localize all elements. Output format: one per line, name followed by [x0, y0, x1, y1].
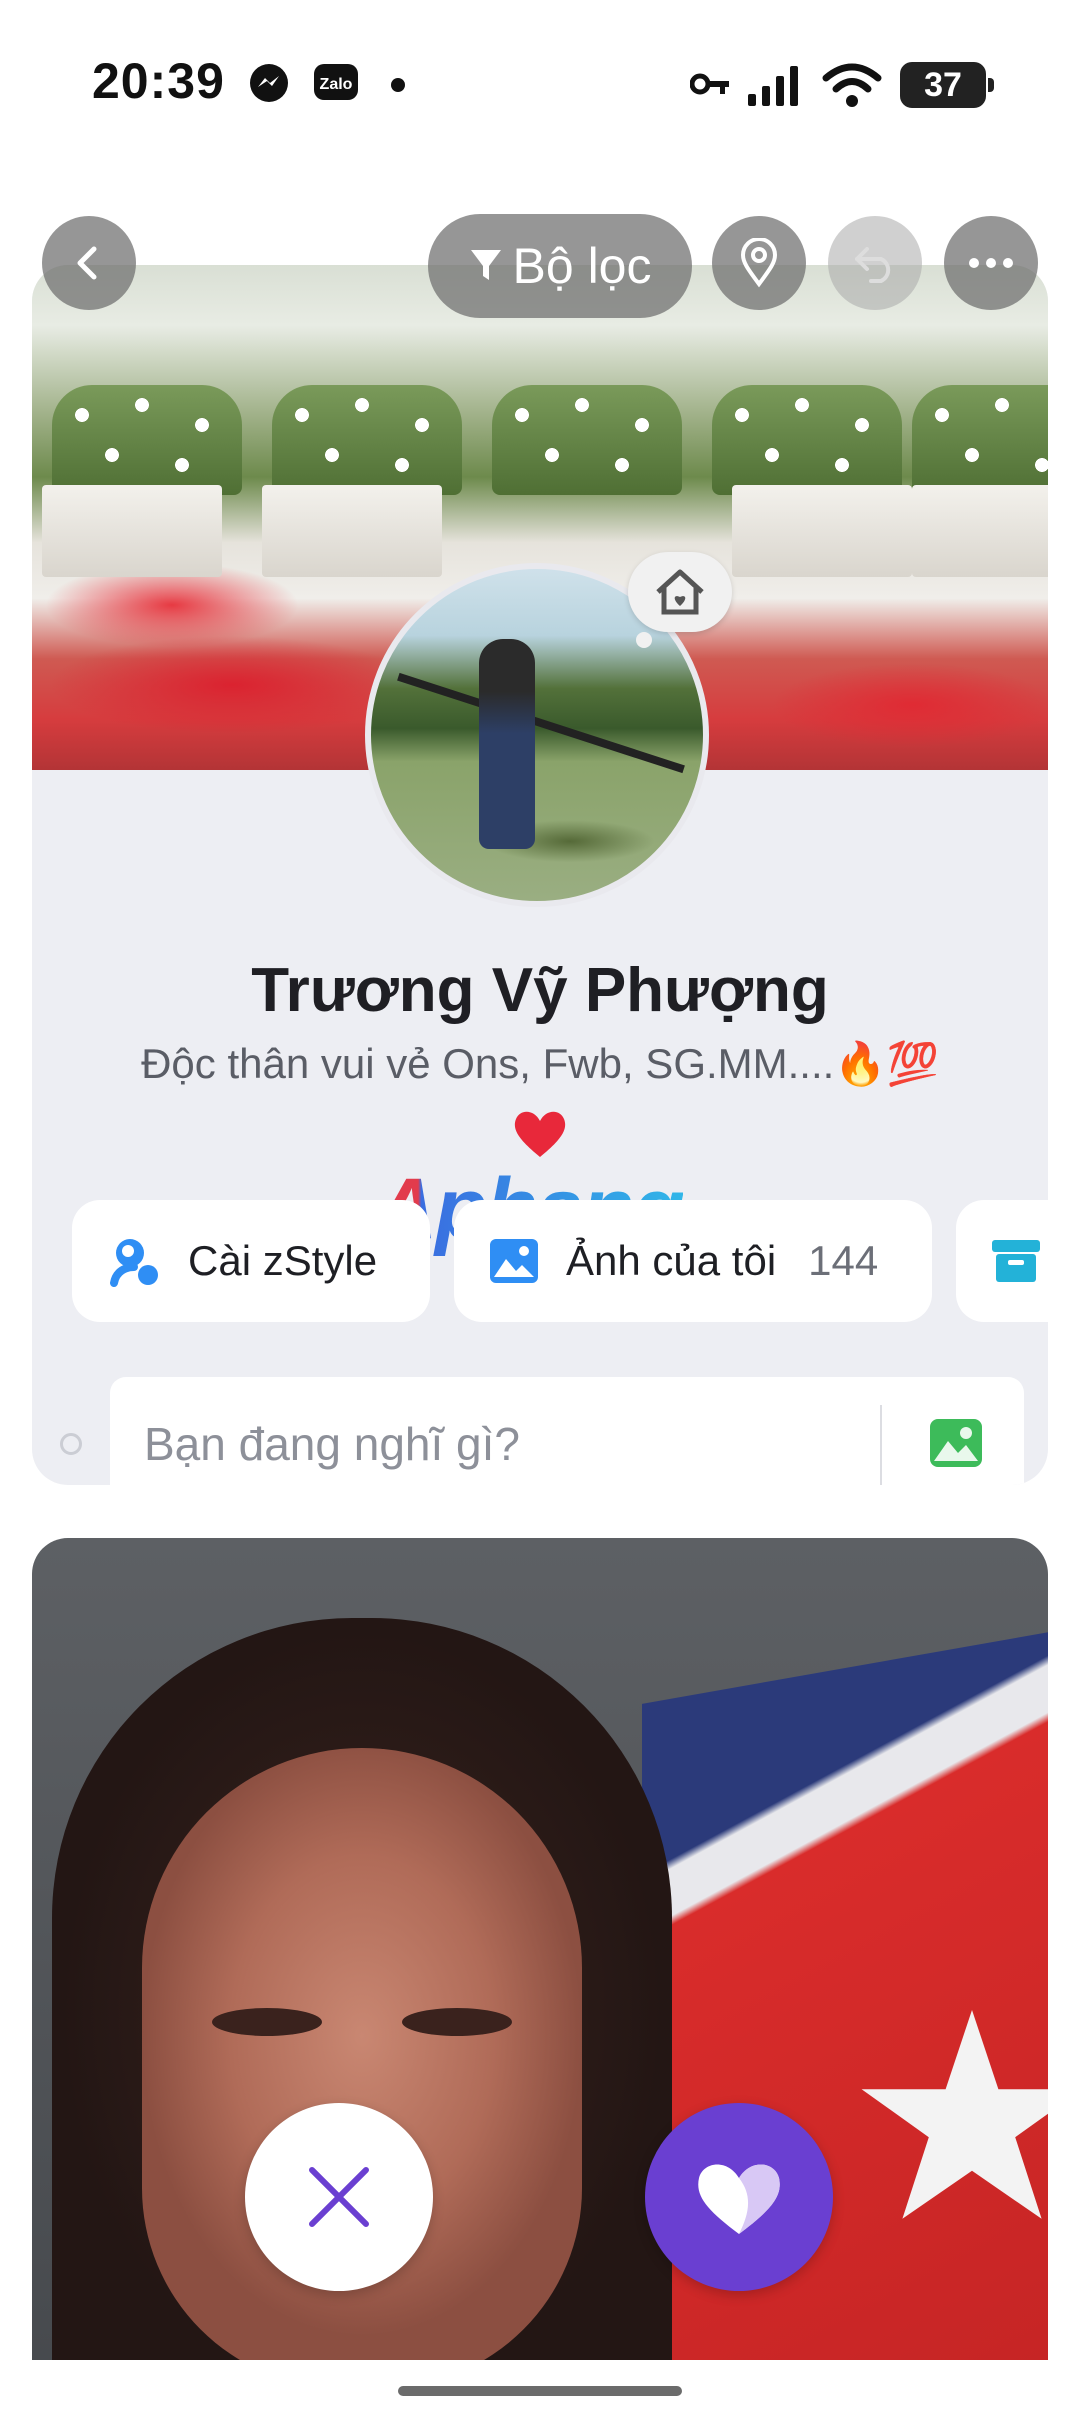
- wifi-icon: [822, 63, 882, 107]
- like-button[interactable]: [645, 2103, 833, 2291]
- home-badge[interactable]: [628, 552, 732, 648]
- photos-label: Ảnh của tôi: [566, 1237, 777, 1284]
- dislike-button[interactable]: [245, 2103, 433, 2291]
- messenger-icon: [250, 64, 288, 102]
- match-photo-card[interactable]: [32, 1538, 1048, 2360]
- key-icon: [690, 73, 729, 95]
- undo-button[interactable]: [828, 216, 922, 310]
- compose-divider: [880, 1405, 882, 1485]
- profile-name: Trương Vỹ Phượng: [251, 956, 829, 1025]
- zalo-icon: Zalo: [314, 64, 358, 100]
- archive-button[interactable]: [956, 1200, 1048, 1322]
- flag-star: [861, 2010, 1048, 2219]
- zstyle-icon: [110, 1239, 158, 1287]
- status-composer[interactable]: Bạn đang nghĩ gì?: [110, 1377, 1024, 1485]
- battery-indicator: 37: [900, 62, 994, 108]
- compose-placeholder: Bạn đang nghĩ gì?: [144, 1418, 520, 1470]
- home-indicator[interactable]: [398, 2386, 682, 2396]
- profile-bio: Độc thân vui vẻ Ons, Fwb, SG.MM....🔥💯: [141, 1040, 939, 1087]
- svg-text:Zalo: Zalo: [320, 76, 353, 93]
- more-icon: [969, 258, 1013, 268]
- side-dot: [60, 1433, 82, 1455]
- home-icon: [656, 569, 704, 615]
- undo-icon: [855, 247, 891, 283]
- heart-emoji-icon: [514, 1111, 566, 1157]
- filter-icon: [470, 250, 501, 280]
- back-icon: [77, 246, 97, 280]
- status-time: 20:39: [92, 53, 225, 109]
- status-bar: 20:39 Zalo 37: [0, 0, 1080, 170]
- my-photos-button[interactable]: Ảnh của tôi 144: [454, 1200, 932, 1322]
- photo-icon: [490, 1239, 538, 1283]
- more-button[interactable]: [944, 216, 1038, 310]
- zstyle-label: Cài zStyle: [188, 1237, 378, 1284]
- dot-icon: [391, 78, 405, 92]
- location-button[interactable]: [712, 216, 806, 310]
- filter-label: Bộ lọc: [512, 238, 652, 294]
- signal-icon: [748, 66, 798, 106]
- photos-count: 144: [808, 1237, 879, 1284]
- image-icon[interactable]: [928, 1417, 984, 1469]
- close-icon: [309, 2167, 369, 2227]
- archive-icon: [992, 1240, 1040, 1282]
- back-button[interactable]: [42, 216, 136, 310]
- heart-icon: [698, 2164, 780, 2234]
- location-icon: [740, 238, 778, 288]
- zstyle-button[interactable]: Cài zStyle: [72, 1200, 430, 1322]
- filter-button[interactable]: Bộ lọc: [428, 214, 692, 318]
